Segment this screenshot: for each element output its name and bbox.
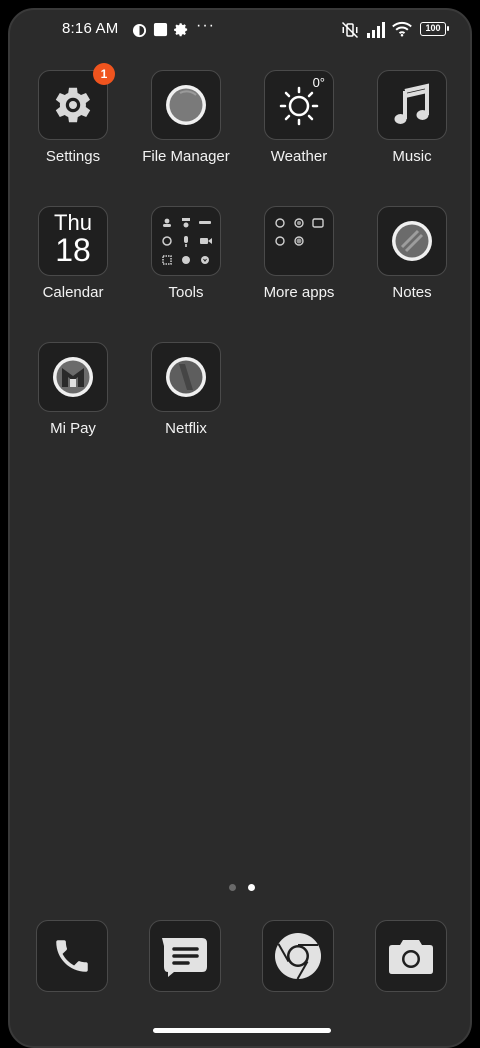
mi-pay-tile[interactable] bbox=[38, 342, 108, 412]
app-notes[interactable]: Notes bbox=[356, 206, 468, 301]
page-dot-active[interactable] bbox=[248, 884, 255, 891]
app-settings[interactable]: 1 Settings bbox=[17, 63, 129, 165]
notes-icon bbox=[392, 221, 432, 261]
dock-chrome[interactable] bbox=[262, 920, 334, 992]
dock-camera[interactable] bbox=[375, 920, 447, 992]
phone-tile[interactable] bbox=[36, 920, 108, 992]
status-time: 8:16 AM bbox=[62, 20, 119, 37]
netflix-tile[interactable] bbox=[151, 342, 221, 412]
settings-gear-icon bbox=[55, 87, 91, 123]
folder-tools[interactable]: Tools bbox=[130, 206, 242, 301]
music-tile[interactable] bbox=[377, 70, 447, 140]
notes-tile[interactable] bbox=[377, 206, 447, 276]
tools-folder-icon bbox=[162, 218, 212, 265]
tools-tile[interactable] bbox=[151, 206, 221, 276]
dock-messages[interactable] bbox=[149, 920, 221, 992]
camera-icon bbox=[389, 940, 433, 974]
status-bar: 8:16 AM ··· 100 bbox=[10, 10, 474, 50]
messages-tile[interactable] bbox=[149, 920, 221, 992]
app-label: Netflix bbox=[165, 420, 207, 437]
app-label: Tools bbox=[168, 284, 204, 301]
calendar-date: 18 bbox=[55, 232, 91, 268]
music-note-icon bbox=[394, 83, 429, 124]
mi-pay-icon bbox=[53, 357, 93, 397]
camera-tile[interactable] bbox=[375, 920, 447, 992]
home-screen: 8:16 AM ··· 100 1 Settings File Manager … bbox=[8, 8, 472, 1048]
more-apps-folder-icon bbox=[275, 218, 324, 246]
page-dot[interactable] bbox=[229, 884, 236, 891]
page-indicator bbox=[10, 878, 474, 896]
weather-tile[interactable]: 0° bbox=[264, 70, 334, 140]
app-label: Music bbox=[392, 148, 432, 165]
settings-tile[interactable]: 1 bbox=[38, 63, 115, 140]
app-weather[interactable]: 0° Weather bbox=[243, 70, 355, 165]
app-label: File Manager bbox=[142, 148, 230, 165]
chrome-icon bbox=[275, 933, 321, 980]
app-label: Weather bbox=[270, 148, 328, 165]
netflix-icon bbox=[166, 357, 206, 397]
app-file-manager[interactable]: File Manager bbox=[130, 70, 242, 165]
calendar-icon: Thu 18 bbox=[54, 210, 92, 268]
app-label: Settings bbox=[45, 148, 101, 165]
vibrate-mute-icon bbox=[341, 21, 359, 39]
dock-phone[interactable] bbox=[36, 920, 108, 992]
settings-small-icon bbox=[174, 23, 188, 37]
home-indicator-bar[interactable] bbox=[153, 1028, 331, 1033]
battery-indicator: 100 bbox=[420, 22, 449, 36]
calendar-weekday: Thu bbox=[54, 210, 92, 235]
file-manager-icon bbox=[166, 85, 206, 125]
folder-more-apps[interactable]: More apps bbox=[243, 206, 355, 301]
app-netflix[interactable]: Netflix bbox=[130, 342, 242, 437]
phone-icon bbox=[56, 940, 88, 972]
chrome-tile[interactable] bbox=[262, 920, 334, 992]
more-dots-icon: ··· bbox=[196, 17, 215, 34]
file-manager-tile[interactable] bbox=[151, 70, 221, 140]
app-label: More apps bbox=[263, 284, 335, 301]
calendar-tile[interactable]: Thu 18 bbox=[38, 206, 108, 276]
app-label: Notes bbox=[392, 284, 432, 301]
signal-icon bbox=[367, 22, 385, 38]
app-music[interactable]: Music bbox=[356, 70, 468, 165]
more-apps-tile[interactable] bbox=[264, 206, 334, 276]
data-saver-icon bbox=[132, 23, 147, 38]
app-mi-pay[interactable]: Mi Pay bbox=[17, 342, 129, 437]
message-icon bbox=[162, 938, 207, 977]
notification-square-icon bbox=[153, 22, 168, 37]
app-label: Calendar bbox=[42, 284, 104, 301]
app-calendar[interactable]: Thu 18 Calendar bbox=[17, 206, 129, 301]
app-label: Mi Pay bbox=[50, 420, 96, 437]
weather-temperature: 0° bbox=[312, 75, 325, 90]
wifi-icon bbox=[392, 21, 412, 37]
notification-badge: 1 bbox=[93, 63, 115, 85]
